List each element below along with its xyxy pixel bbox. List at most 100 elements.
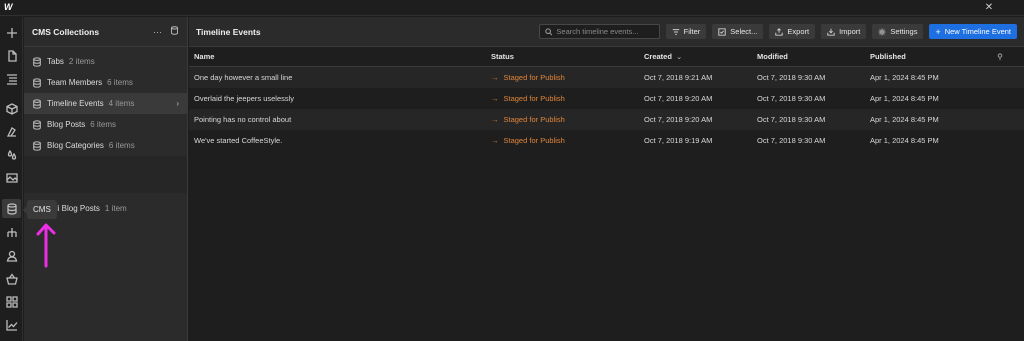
- arrow-right-icon: →: [491, 115, 499, 124]
- collection-item-blog-posts[interactable]: Blog Posts 6 items: [24, 114, 187, 135]
- table-row[interactable]: Overlaid the jeepers uselessly → Staged f…: [189, 88, 1024, 109]
- database-icon: [32, 98, 42, 109]
- plus-icon[interactable]: [4, 25, 19, 40]
- cube-icon[interactable]: [4, 101, 19, 116]
- select-label: Select...: [730, 27, 758, 36]
- settings-button[interactable]: Settings: [872, 24, 924, 39]
- cell-created: Oct 7, 2018 9:21 AM: [644, 73, 713, 82]
- column-header-name[interactable]: Name: [189, 52, 486, 61]
- chevron-right-icon: ›: [176, 99, 179, 108]
- collection-item-timeline-events[interactable]: Timeline Events 4 items ›: [24, 93, 187, 114]
- droplets-icon[interactable]: [4, 147, 19, 162]
- cell-name: One day however a small line: [194, 73, 293, 82]
- column-header-modified[interactable]: Modified: [752, 52, 865, 61]
- cell-created: Oct 7, 2018 9:19 AM: [644, 136, 713, 145]
- collection-count: 4 items: [108, 99, 135, 108]
- collection-count: 6 items: [107, 78, 133, 87]
- collection-label: Timeline Events: [47, 99, 104, 108]
- user-icon[interactable]: [4, 248, 19, 263]
- add-collection-icon[interactable]: [170, 26, 179, 37]
- database-icon: [32, 119, 42, 130]
- collection-item-tabs[interactable]: Tabs 2 items: [24, 51, 187, 72]
- cell-status: → Staged for Publish: [486, 136, 639, 145]
- table-row[interactable]: Pointing has no control about → Staged fo…: [189, 109, 1024, 130]
- search-box[interactable]: [538, 24, 660, 39]
- navigator-icon[interactable]: [4, 71, 19, 86]
- cell-status: → Staged for Publish: [486, 73, 639, 82]
- collection-label: Blog Categories: [47, 141, 104, 150]
- sort-down-icon[interactable]: ⌄: [676, 52, 682, 61]
- import-icon: [827, 28, 835, 36]
- collections-title: CMS Collections: [32, 26, 100, 37]
- new-label: New Timeline Event: [944, 27, 1011, 36]
- cell-published: Apr 1, 2024 8:45 PM: [870, 94, 939, 103]
- collection-count: 2 items: [68, 57, 95, 66]
- database-icon: [32, 140, 42, 151]
- export-icon: [775, 27, 784, 36]
- filter-button[interactable]: Filter: [665, 24, 707, 39]
- import-label: Import: [839, 27, 861, 36]
- pin-icon[interactable]: ⚲: [985, 52, 1015, 61]
- style-icon[interactable]: [4, 124, 19, 139]
- created-label: Created: [644, 52, 672, 61]
- collections-header: CMS Collections ···: [24, 17, 187, 47]
- plus-icon: +: [935, 26, 941, 37]
- collection-item-team-members[interactable]: Team Members 6 items: [24, 72, 187, 93]
- image-icon[interactable]: [4, 170, 19, 185]
- arrow-right-icon: →: [491, 136, 499, 145]
- database-icon: [32, 56, 42, 67]
- gear-icon: [878, 28, 886, 35]
- cell-status: → Staged for Publish: [486, 94, 639, 103]
- webflow-logo[interactable]: W: [4, 2, 18, 14]
- status-text: Staged for Publish: [503, 136, 565, 145]
- collections-divider-area: [24, 156, 187, 193]
- table-header: Name Status Created ⌄ Modified Published …: [189, 47, 1024, 67]
- hierarchy-icon[interactable]: [4, 225, 19, 240]
- apps-icon[interactable]: [4, 294, 19, 309]
- left-rail: [0, 17, 23, 341]
- page-title: Timeline Events: [196, 26, 261, 37]
- collection-item-blog-categories[interactable]: Blog Categories 6 items: [24, 135, 187, 156]
- search-icon: [544, 27, 552, 35]
- table-row[interactable]: One day however a small line → Staged for…: [189, 67, 1024, 88]
- toolbar: Timeline Events Filter Select... Export …: [189, 17, 1024, 47]
- cell-published: Apr 1, 2024 8:45 PM: [870, 136, 939, 145]
- column-header-published[interactable]: Published: [865, 52, 985, 61]
- chart-icon[interactable]: [4, 317, 19, 332]
- status-text: Staged for Publish: [503, 73, 565, 82]
- settings-label: Settings: [890, 27, 918, 36]
- cell-modified: Oct 7, 2018 9:30 AM: [757, 94, 826, 103]
- status-text: Staged for Publish: [503, 94, 565, 103]
- close-icon[interactable]: ✕: [982, 1, 996, 15]
- search-input[interactable]: [556, 27, 654, 36]
- select-button[interactable]: Select...: [712, 24, 764, 39]
- table-row[interactable]: We've started CoffeeStyle. → Staged for P…: [189, 130, 1024, 151]
- more-icon[interactable]: ···: [153, 27, 162, 37]
- collection-count: 6 items: [90, 120, 117, 129]
- database-icon: [32, 77, 42, 88]
- arrow-right-icon: →: [491, 94, 499, 103]
- cms-collections-panel: CMS Collections ··· Tabs 2 items Team Me…: [24, 17, 188, 341]
- cms-tooltip: CMS: [23, 200, 57, 219]
- top-bar: W ✕: [0, 0, 1024, 16]
- checkbox-icon: [718, 27, 726, 36]
- cell-modified: Oct 7, 2018 9:30 AM: [757, 73, 826, 82]
- export-label: Export: [787, 27, 810, 36]
- column-header-created[interactable]: Created ⌄: [639, 52, 752, 61]
- database-icon[interactable]: [2, 199, 21, 218]
- collection-label: Tabs: [47, 57, 64, 66]
- export-button[interactable]: Export: [769, 24, 816, 39]
- cell-status: → Staged for Publish: [486, 115, 639, 124]
- cell-published: Apr 1, 2024 8:45 PM: [870, 115, 939, 124]
- cell-created: Oct 7, 2018 9:20 AM: [644, 94, 713, 103]
- import-button[interactable]: Import: [821, 24, 867, 39]
- filter-icon: [672, 28, 679, 35]
- filter-label: Filter: [683, 27, 701, 36]
- cell-name: We've started CoffeeStyle.: [194, 136, 283, 145]
- cell-created: Oct 7, 2018 9:20 AM: [644, 115, 713, 124]
- cell-modified: Oct 7, 2018 9:30 AM: [757, 115, 826, 124]
- column-header-status[interactable]: Status: [486, 52, 639, 61]
- basket-icon[interactable]: [4, 271, 19, 286]
- page-icon[interactable]: [4, 48, 19, 63]
- new-timeline-event-button[interactable]: + New Timeline Event: [929, 24, 1017, 39]
